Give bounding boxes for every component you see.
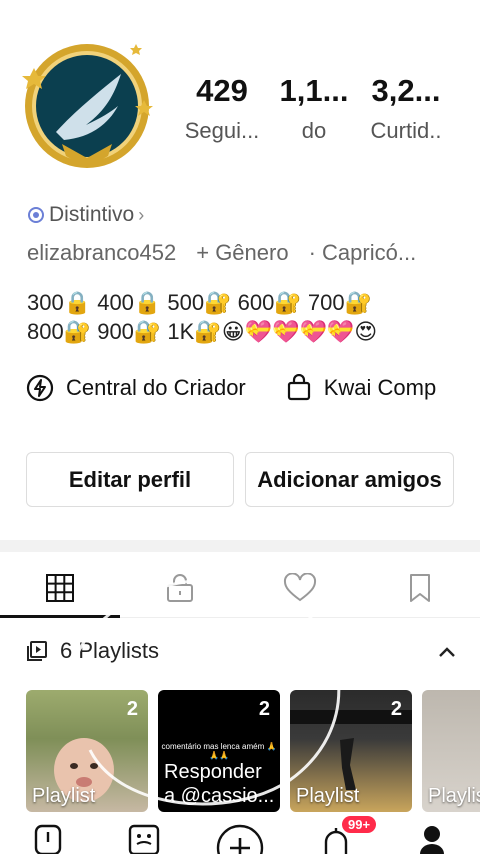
chevron-up-icon[interactable] bbox=[438, 638, 456, 664]
playlists-title: 6 Playlists bbox=[60, 638, 160, 663]
add-friends-button[interactable]: Adicionar amigos bbox=[245, 452, 454, 507]
playlists-header[interactable]: 6 Playlists bbox=[26, 638, 456, 664]
home-icon bbox=[34, 824, 62, 854]
tab-posts[interactable] bbox=[0, 558, 120, 618]
nav-profile[interactable] bbox=[402, 818, 462, 854]
nav-discover[interactable] bbox=[114, 818, 174, 854]
playlist-list: 2 Playlist comentário mas lenca amém 🙏🙏🙏… bbox=[26, 690, 480, 812]
creator-center-link[interactable]: Central do Criador bbox=[26, 374, 246, 402]
stat-following[interactable]: 429 Segui... bbox=[176, 72, 268, 144]
stat-value: 1,1... bbox=[279, 73, 349, 108]
username: elizabranco452 bbox=[27, 240, 177, 265]
notification-count-badge: 99+ bbox=[342, 816, 377, 833]
gender-button[interactable]: + Gênero bbox=[196, 240, 288, 266]
chevron-right-icon: › bbox=[138, 204, 145, 225]
heart-icon bbox=[283, 572, 317, 601]
playlist-overlay-text: comentário mas lenca amém 🙏🙏🙏 bbox=[161, 742, 277, 760]
bio-line: 300🔒 400🔒 500🔐 600🔐 700🔐 bbox=[27, 290, 372, 315]
nav-create[interactable] bbox=[210, 818, 270, 854]
nav-notifications[interactable]: 99+ bbox=[306, 816, 377, 854]
stat-followers[interactable]: 1,1... do bbox=[268, 72, 360, 144]
zodiac-sign: · Capricó... bbox=[308, 240, 417, 265]
discover-icon bbox=[128, 824, 160, 854]
tab-private[interactable] bbox=[120, 558, 240, 617]
profile-bio: 300🔒 400🔒 500🔐 600🔐 700🔐 800🔐 900🔐 1K🔐😀💝… bbox=[27, 288, 377, 346]
tab-saved[interactable] bbox=[360, 558, 480, 617]
playlist-card[interactable]: 2 Playlist bbox=[26, 690, 148, 812]
playlist-count: 2 bbox=[126, 698, 138, 720]
creator-center-label: Central do Criador bbox=[66, 375, 246, 400]
tab-likes[interactable] bbox=[240, 558, 360, 617]
playlist-caption: Playlist bbox=[32, 785, 96, 807]
stat-value: 3,2... bbox=[371, 73, 441, 108]
profile-icon bbox=[420, 826, 444, 854]
profile-stats: 429 Segui... 1,1... do 3,2... Curtid.. bbox=[176, 72, 452, 144]
kwai-shop-link[interactable]: Kwai Comp bbox=[286, 374, 436, 402]
nav-home[interactable] bbox=[18, 818, 78, 854]
bio-line: 800🔐 900🔐 1K🔐😀💝💝💝💝😍 bbox=[27, 319, 378, 344]
bookmark-icon bbox=[410, 573, 430, 602]
section-divider bbox=[0, 540, 480, 552]
stat-label: Curtid.. bbox=[370, 118, 442, 143]
playlist-card[interactable]: 2 Playlist bbox=[290, 690, 412, 812]
kwai-shop-label: Kwai Comp bbox=[323, 375, 437, 400]
creator-row: Central do Criador Kwai Comp bbox=[26, 374, 476, 402]
playlist-caption: Playlis bbox=[428, 785, 480, 807]
edit-profile-button[interactable]: Editar perfil bbox=[26, 452, 234, 507]
lightning-icon bbox=[26, 374, 54, 402]
badge-link[interactable]: Distintivo › bbox=[27, 203, 144, 227]
stat-label: Segui... bbox=[184, 118, 260, 143]
stat-likes[interactable]: 3,2... Curtid.. bbox=[360, 72, 452, 144]
playlist-card[interactable]: comentário mas lenca amém 🙏🙏🙏 2 Responde… bbox=[158, 690, 280, 812]
shopping-bag-icon bbox=[287, 374, 310, 401]
stat-value: 429 bbox=[196, 73, 248, 108]
stat-label: do bbox=[301, 118, 327, 143]
playlist-caption: Playlist bbox=[296, 785, 360, 807]
playlist-icon bbox=[27, 641, 47, 661]
bottom-navigation: 99+ bbox=[0, 816, 480, 854]
avatar[interactable] bbox=[16, 40, 158, 182]
badge-label: Distintivo bbox=[49, 203, 135, 226]
plus-icon bbox=[216, 824, 264, 854]
lock-icon bbox=[167, 573, 193, 602]
playlist-count: 2 bbox=[390, 698, 402, 720]
badge-icon bbox=[28, 207, 44, 223]
profile-meta: elizabranco452 + Gênero · Capricó... bbox=[27, 240, 477, 266]
playlist-caption: Responder a @cassio... bbox=[164, 761, 275, 807]
playlist-count: 2 bbox=[258, 698, 270, 720]
grid-icon bbox=[46, 573, 74, 602]
profile-tabs bbox=[0, 558, 480, 618]
playlist-card[interactable]: Playlis bbox=[422, 690, 480, 812]
